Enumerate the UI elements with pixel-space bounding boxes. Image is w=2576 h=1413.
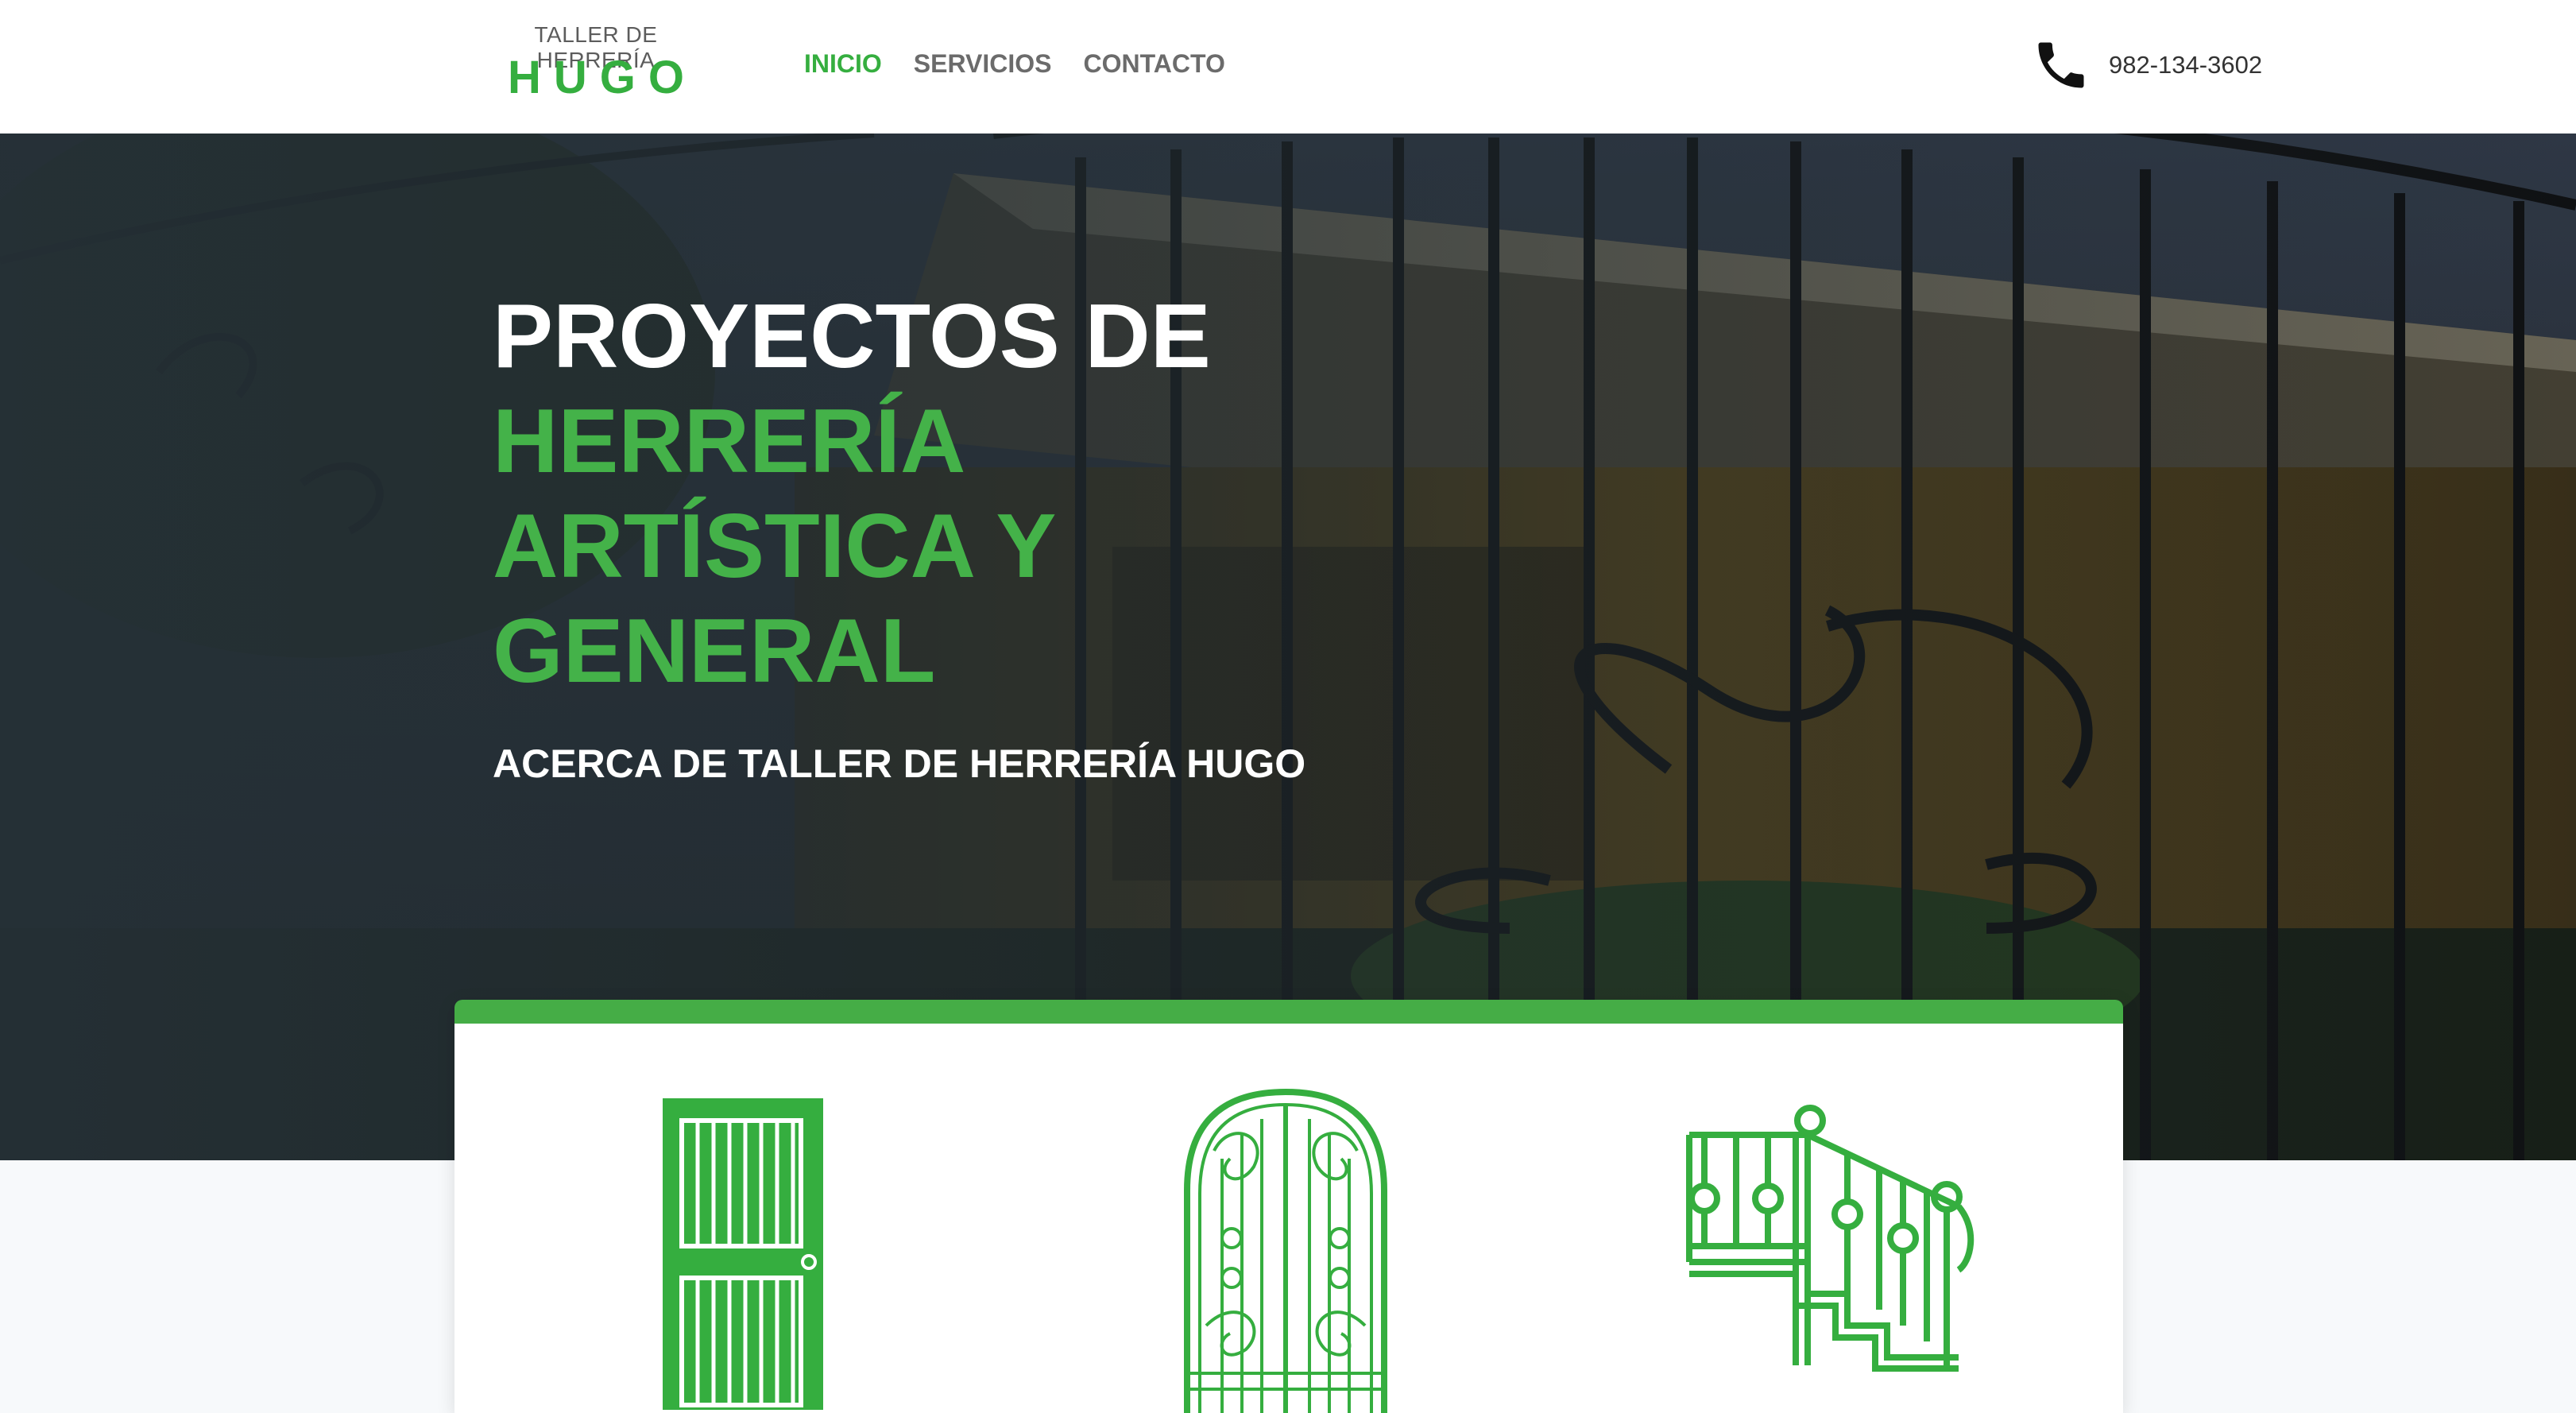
site-header: TALLER DE HERRERÍA HUGO INICIO SERVICIOS… xyxy=(0,0,2576,134)
stair-railing-icon[interactable] xyxy=(1684,1103,1978,1373)
hero-title-line-1: PROYECTOS DE xyxy=(493,286,1211,387)
hero-title-line-3: ARTÍSTICA Y xyxy=(493,496,1057,597)
main-nav: INICIO SERVICIOS CONTACTO xyxy=(804,49,1225,81)
phone-number[interactable]: 982-134-3602 xyxy=(2109,51,2262,79)
logo[interactable]: TALLER DE HERRERÍA HUGO xyxy=(477,22,715,103)
hero-subtitle-link[interactable]: ACERCA DE TALLER DE HERRERÍA HUGO xyxy=(493,741,1305,787)
door-icon[interactable] xyxy=(659,1095,826,1413)
services-card xyxy=(454,1000,2123,1413)
phone-contact[interactable]: 982-134-3602 xyxy=(2031,33,2262,97)
nav-item-servicios[interactable]: SERVICIOS xyxy=(914,49,1052,81)
hero-title-line-2: HERRERÍA xyxy=(493,391,966,492)
hero-title: PROYECTOS DE HERRERÍA ARTÍSTICA Y GENERA… xyxy=(493,285,1605,704)
ornamental-gate-icon[interactable] xyxy=(1182,1087,1389,1413)
phone-icon xyxy=(2038,42,2084,88)
nav-item-inicio[interactable]: INICIO xyxy=(804,49,882,81)
hero-title-line-4: GENERAL xyxy=(493,601,936,702)
logo-name: HUGO xyxy=(508,52,697,103)
nav-item-contacto[interactable]: CONTACTO xyxy=(1083,49,1224,81)
